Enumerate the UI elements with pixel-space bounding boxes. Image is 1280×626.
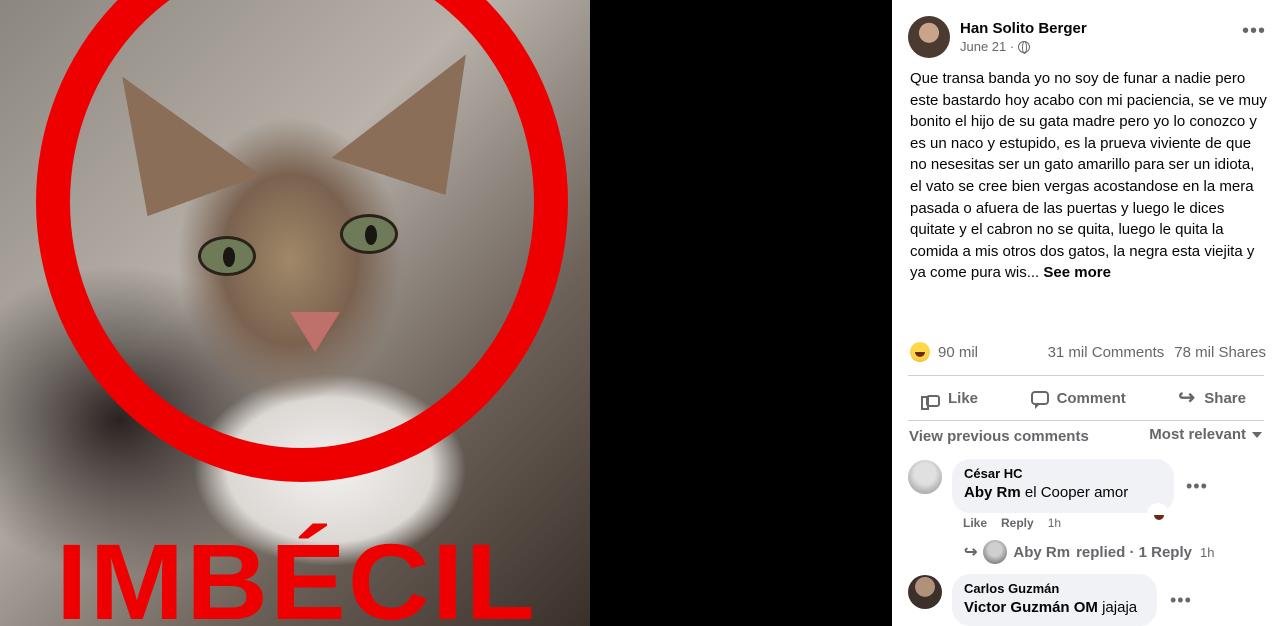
- red-circle-highlight: [36, 0, 568, 482]
- post-sidebar: Han Solito Berger June 21 · ••• Que tran…: [892, 0, 1280, 626]
- like-label: Like: [948, 389, 979, 407]
- action-bar: Like Comment Share: [908, 380, 1264, 416]
- share-button[interactable]: Share: [1160, 383, 1264, 413]
- divider: [908, 420, 1264, 421]
- replier-name: Aby Rm: [1013, 543, 1071, 561]
- replier-avatar: [983, 540, 1008, 564]
- post-photo[interactable]: IMBÉCIL: [0, 0, 590, 626]
- comment-options-icon[interactable]: •••: [1170, 591, 1192, 609]
- comment-bubble: Carlos Guzmán Victor Guzmán OM jajaja: [952, 574, 1157, 626]
- post-header: Han Solito Berger June 21 ·: [908, 16, 1087, 58]
- comment-icon: [1030, 391, 1049, 409]
- mentioned-user[interactable]: Victor Guzmán OM: [964, 599, 1098, 616]
- comment-sort-dropdown[interactable]: Most relevant: [1149, 426, 1262, 443]
- comment-reply-link[interactable]: Reply: [1001, 516, 1034, 530]
- comment-like-link[interactable]: Like: [963, 516, 987, 530]
- share-count[interactable]: 78 mil Shares: [1174, 344, 1266, 361]
- divider: [908, 375, 1264, 376]
- commenter-name[interactable]: Carlos Guzmán: [964, 581, 1145, 596]
- comment-count[interactable]: 31 mil Comments: [1048, 344, 1165, 361]
- mentioned-user[interactable]: Aby Rm: [964, 484, 1021, 501]
- haha-reaction-icon[interactable]: [910, 342, 930, 362]
- comment-body: el Cooper amor: [1024, 484, 1129, 501]
- author-avatar[interactable]: [908, 16, 950, 58]
- comment-reaction[interactable]: [1147, 503, 1169, 525]
- view-replies-link[interactable]: ↪ Aby Rm replied · 1 Reply 1h: [964, 540, 1214, 564]
- comment-label: Comment: [1056, 389, 1126, 407]
- share-label: Share: [1204, 389, 1246, 407]
- more-options-icon[interactable]: •••: [1242, 21, 1266, 41]
- chevron-down-icon: [1252, 431, 1262, 438]
- post-body: Que transa banda yo no soy de funar a na…: [910, 70, 1267, 282]
- author-name[interactable]: Han Solito Berger: [960, 20, 1087, 37]
- commenter-name[interactable]: César HC: [964, 466, 1162, 481]
- comment-body: jajaja: [1102, 599, 1138, 616]
- post-date[interactable]: June 21 ·: [960, 39, 1087, 54]
- reply-time: 1h: [1199, 544, 1215, 560]
- media-viewer: IMBÉCIL: [0, 0, 892, 626]
- share-icon: [1178, 385, 1196, 410]
- comment-button[interactable]: Comment: [1013, 384, 1144, 413]
- thumbs-up-icon: [921, 395, 940, 410]
- comment-bubble: César HC Aby Rm el Cooper amor: [952, 459, 1174, 513]
- commenter-avatar[interactable]: [908, 575, 942, 609]
- comment-text: Victor Guzmán OM jajaja: [964, 599, 1145, 616]
- post-stats: 90 mil 31 mil Comments 78 mil Shares: [910, 342, 1266, 362]
- like-button[interactable]: Like: [908, 384, 996, 413]
- comment-options-icon[interactable]: •••: [1186, 477, 1208, 495]
- post-date-text: June 21 ·: [960, 39, 1015, 54]
- post-text: Que transa banda yo no soy de funar a na…: [910, 68, 1270, 284]
- view-previous-comments-link[interactable]: View previous comments: [909, 428, 1089, 445]
- photo-caption: IMBÉCIL: [56, 521, 537, 626]
- reply-summary-text: replied · 1 Reply: [1076, 543, 1192, 561]
- reply-arrow-icon: ↪: [964, 544, 978, 561]
- comment-time[interactable]: 1h: [1048, 516, 1061, 530]
- comment-text: Aby Rm el Cooper amor: [964, 484, 1162, 501]
- comment-meta: Like Reply 1h: [963, 516, 1061, 530]
- globe-icon: [1018, 40, 1031, 54]
- comment-sort-label: Most relevant: [1149, 426, 1246, 443]
- reaction-count[interactable]: 90 mil: [938, 344, 978, 361]
- commenter-avatar[interactable]: [908, 460, 942, 494]
- see-more-link[interactable]: See more: [1043, 264, 1111, 281]
